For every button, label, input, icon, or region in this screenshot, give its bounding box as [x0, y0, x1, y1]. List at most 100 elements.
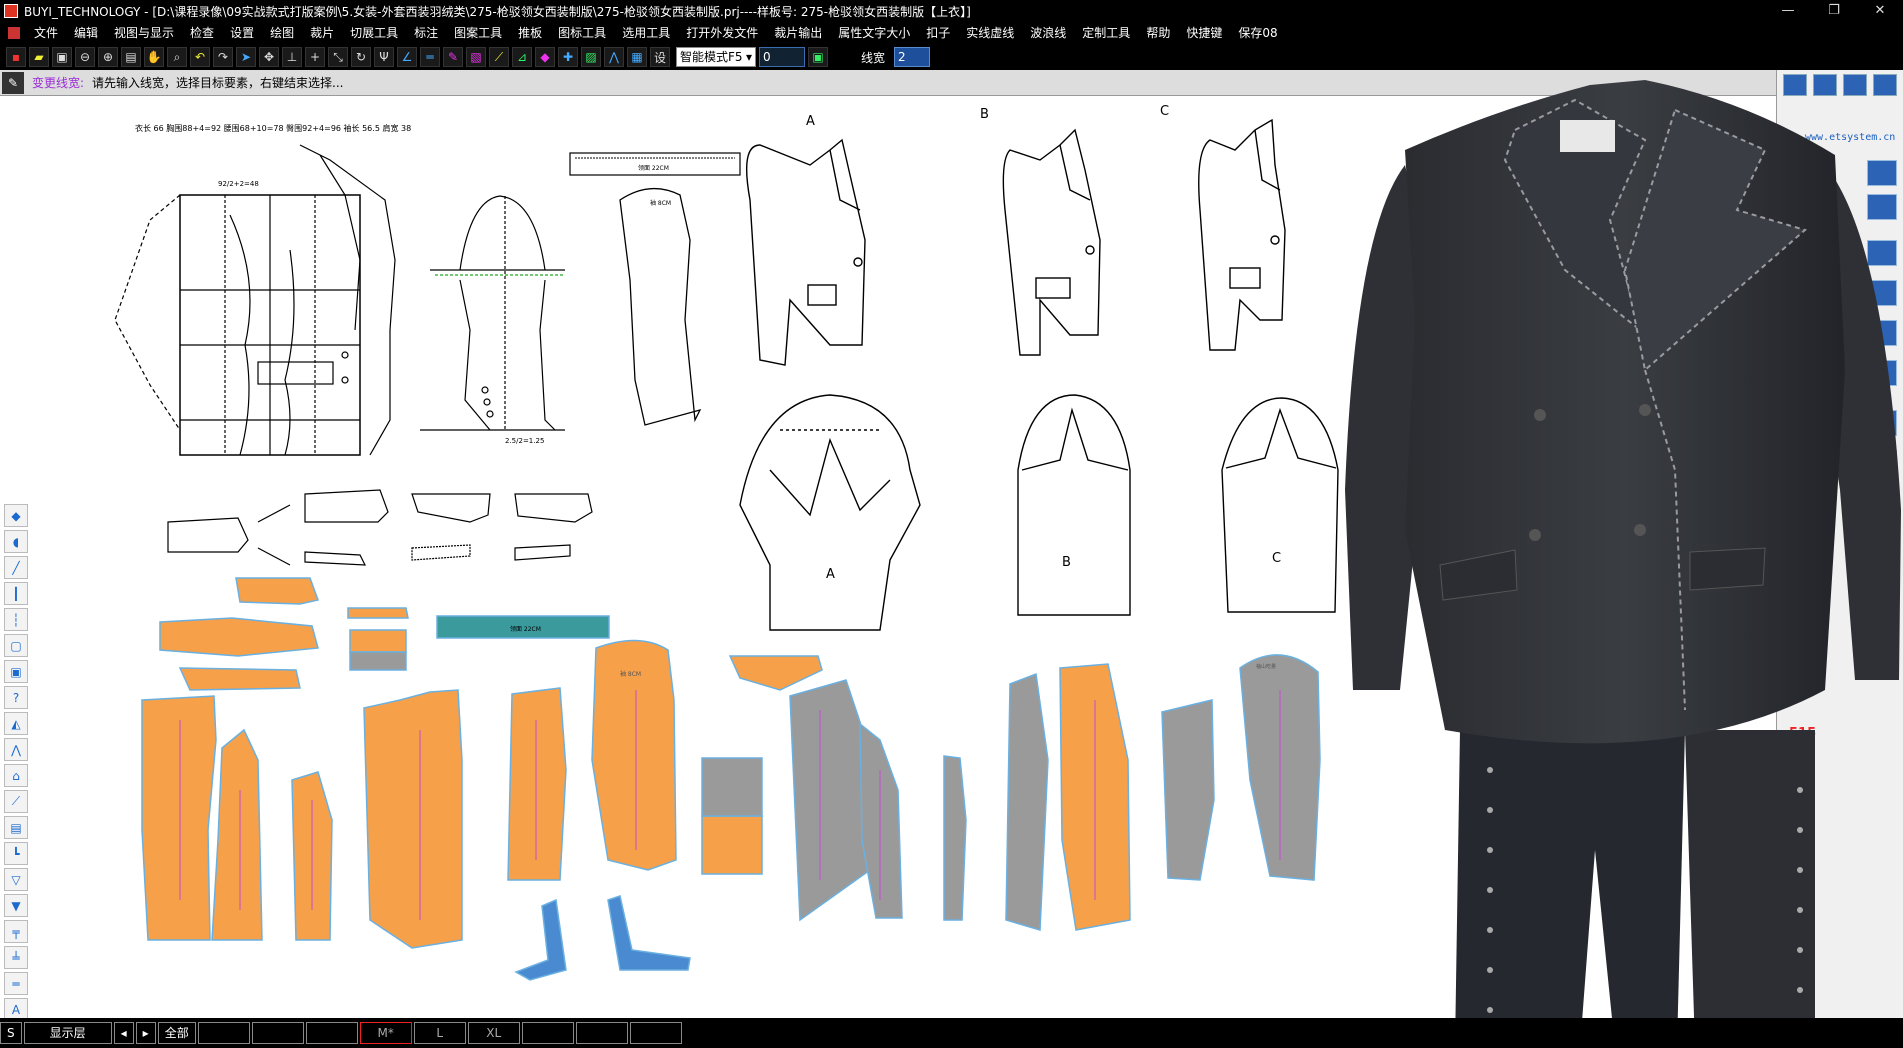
pan-hand-icon[interactable]: ✋: [144, 47, 164, 67]
mirror-icon[interactable]: Ψ: [374, 47, 394, 67]
move-icon[interactable]: ✥: [259, 47, 279, 67]
zoom-fit-icon[interactable]: ▤: [121, 47, 141, 67]
crosshair-icon[interactable]: +: [305, 47, 325, 67]
measure-icon[interactable]: ⊿: [512, 47, 532, 67]
maximize-button[interactable]: ❐: [1811, 0, 1857, 22]
menu-save08[interactable]: 保存08: [1230, 22, 1285, 44]
seam-icon[interactable]: ✚: [558, 47, 578, 67]
parallel-line-icon[interactable]: ═: [420, 47, 440, 67]
menu-draw[interactable]: 绘图: [262, 22, 302, 44]
diamond-tool-icon[interactable]: ◆: [4, 504, 28, 527]
menu-view[interactable]: 视图与显示: [106, 22, 182, 44]
parallel-tool-icon[interactable]: ═: [4, 972, 28, 995]
redo-icon[interactable]: ↷: [213, 47, 233, 67]
menu-check[interactable]: 检查: [182, 22, 222, 44]
menu-custom-tools[interactable]: 定制工具: [1074, 22, 1138, 44]
select-arrow-icon[interactable]: ➤: [236, 47, 256, 67]
new-file-icon[interactable]: ▪: [6, 47, 26, 67]
corner-tool-icon[interactable]: ┗: [4, 842, 28, 865]
linewidth-tool-icon: ✎: [2, 71, 24, 94]
grading-icon[interactable]: ▨: [581, 47, 601, 67]
ruler-icon[interactable]: ⟋: [489, 47, 509, 67]
grid-icon[interactable]: ▦: [627, 47, 647, 67]
size-slot[interactable]: [197, 1022, 250, 1044]
zoom-in-icon[interactable]: ⊕: [98, 47, 118, 67]
menu-attr-text-size[interactable]: 属性文字大小: [830, 22, 918, 44]
size-slot[interactable]: [521, 1022, 574, 1044]
app-menu-icon[interactable]: [8, 27, 20, 39]
linewidth-input[interactable]: 2: [894, 47, 931, 67]
menu-file[interactable]: 文件: [26, 22, 66, 44]
pleat-tool-icon[interactable]: ▼: [4, 894, 28, 917]
pen-icon[interactable]: ✎: [443, 47, 463, 67]
angle-icon[interactable]: ∠: [397, 47, 417, 67]
blue-pieces: [514, 895, 691, 981]
all-button[interactable]: 全部: [157, 1022, 196, 1044]
menu-select-tools[interactable]: 选用工具: [614, 22, 678, 44]
minimize-button[interactable]: —: [1765, 0, 1811, 22]
window-controls: — ❐ ✕: [1765, 0, 1903, 22]
curve-tool-icon[interactable]: ◖: [4, 530, 28, 553]
dart-tool-icon[interactable]: ⋀: [4, 738, 28, 761]
info-tool-icon[interactable]: ?: [4, 686, 28, 709]
drawing-canvas[interactable]: 衣长 66 胸围88+4=92 腰围68+10=78 臀围92+4=96 袖长 …: [0, 96, 1420, 1018]
size-xl-button[interactable]: XL: [467, 1022, 520, 1044]
close-button[interactable]: ✕: [1857, 0, 1903, 22]
size-slot[interactable]: [575, 1022, 628, 1044]
transform-icon[interactable]: ⤡: [328, 47, 348, 67]
size-l-button[interactable]: L: [413, 1022, 466, 1044]
menu-settings[interactable]: 设置: [222, 22, 262, 44]
slope-tool-icon[interactable]: ⟋: [4, 790, 28, 813]
frame-tool-icon[interactable]: ▣: [4, 660, 28, 683]
grainline-tool-icon[interactable]: ╤: [4, 920, 28, 943]
number-input[interactable]: 0: [759, 47, 805, 67]
next-arrow-icon[interactable]: ▸: [135, 1022, 156, 1044]
text-tool-icon[interactable]: A: [4, 998, 28, 1018]
menu-shortcuts[interactable]: 快捷键: [1178, 22, 1230, 44]
divide-tool-icon[interactable]: ┆: [4, 608, 28, 631]
menu-edit[interactable]: 编辑: [66, 22, 106, 44]
shape-tool-icon[interactable]: ◭: [4, 712, 28, 735]
status-bar: S 显示层 ◂ ▸ 全部 M* L XL: [0, 1018, 1903, 1048]
window-title: BUYI_TECHNOLOGY - [D:\课程录像\09实战款式打版案例\5.…: [24, 4, 971, 19]
mode-select[interactable]: 智能模式F5 ▾: [676, 47, 756, 67]
zoom-out-icon[interactable]: ⊖: [75, 47, 95, 67]
color-palette-icon[interactable]: ◆: [535, 47, 555, 67]
menu-icon-tools[interactable]: 图标工具: [550, 22, 614, 44]
save-icon[interactable]: ▣: [52, 47, 72, 67]
open-folder-icon[interactable]: ▰: [29, 47, 49, 67]
size-slot[interactable]: [629, 1022, 682, 1044]
prev-arrow-icon[interactable]: ◂: [113, 1022, 134, 1044]
button: [1634, 524, 1646, 536]
menu-pieces[interactable]: 裁片: [302, 22, 342, 44]
menu-slash-spread[interactable]: 切展工具: [342, 22, 406, 44]
size-slot[interactable]: [251, 1022, 304, 1044]
offset-tool-icon[interactable]: ╧: [4, 946, 28, 969]
menu-wave-line[interactable]: 波浪线: [1022, 22, 1074, 44]
align-icon[interactable]: ⊥: [282, 47, 302, 67]
zoom-window-icon[interactable]: ⌕: [167, 47, 187, 67]
size-slot[interactable]: [305, 1022, 358, 1044]
hatch-icon[interactable]: ▧: [466, 47, 486, 67]
line-tool-icon[interactable]: ╱: [4, 556, 28, 579]
notch-icon[interactable]: ⋀: [604, 47, 624, 67]
rectangle-tool-icon[interactable]: ▢: [4, 634, 28, 657]
table-tool-icon[interactable]: ▤: [4, 816, 28, 839]
settings-text-button[interactable]: 设: [650, 47, 670, 67]
size-m-button[interactable]: M*: [359, 1022, 412, 1044]
menu-piece-output[interactable]: 裁片输出: [766, 22, 830, 44]
layer-display-button[interactable]: 显示层: [23, 1022, 112, 1044]
undo-icon[interactable]: ↶: [190, 47, 210, 67]
menu-help[interactable]: 帮助: [1138, 22, 1178, 44]
menu-pattern-tools[interactable]: 图案工具: [446, 22, 510, 44]
menu-open-external[interactable]: 打开外发文件: [678, 22, 766, 44]
menu-solid-dashed[interactable]: 实线虚线: [958, 22, 1022, 44]
notch-tool-icon[interactable]: ▽: [4, 868, 28, 891]
rotate-icon[interactable]: ↻: [351, 47, 371, 67]
fold-tool-icon[interactable]: ⌂: [4, 764, 28, 787]
segment-tool-icon[interactable]: ┃: [4, 582, 28, 605]
menu-buttons[interactable]: 扣子: [918, 22, 958, 44]
display-toggle-icon[interactable]: ▣: [808, 47, 828, 67]
menu-annotate[interactable]: 标注: [406, 22, 446, 44]
menu-grading[interactable]: 推板: [510, 22, 550, 44]
